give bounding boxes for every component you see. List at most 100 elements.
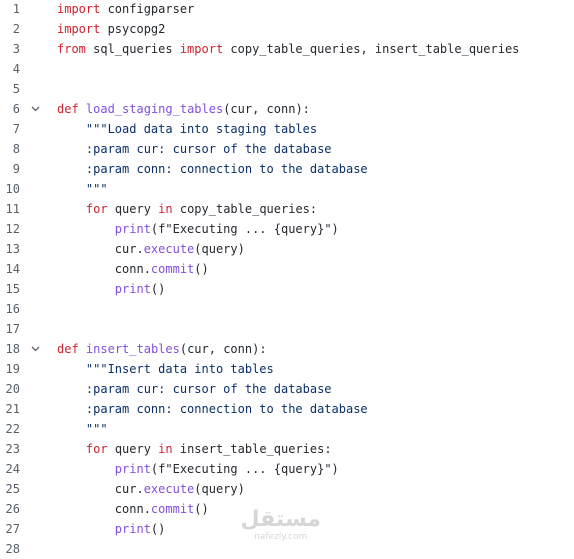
code-token: in: [158, 442, 173, 456]
code-text: """: [57, 179, 108, 199]
code-text: cur.execute(query): [57, 479, 245, 499]
code-token: copy_table_queries, insert_table_queries: [223, 42, 520, 56]
code-token: psycopg2: [100, 22, 166, 36]
chevron-down-icon[interactable]: [31, 345, 40, 353]
code-line: 5: [0, 79, 574, 99]
code-line: 17: [0, 319, 574, 339]
code-token: print: [114, 282, 151, 296]
code-line: 4: [0, 59, 574, 79]
code-token: :param cur: cursor of the database: [57, 382, 332, 396]
code-token: print: [114, 462, 151, 476]
line-number: 6: [12, 102, 20, 116]
code-token: in: [158, 202, 173, 216]
code-token: execute: [143, 242, 195, 256]
code-line: 1 import configparser: [0, 0, 574, 19]
code-text: print(): [57, 519, 166, 539]
line-number: 28: [5, 542, 20, 556]
line-number: 12: [5, 222, 20, 236]
code-line: 21 :param conn: connection to the databa…: [0, 399, 574, 419]
line-number: 18: [5, 342, 20, 356]
code-line: 9 :param conn: connection to the databas…: [0, 159, 574, 179]
code-text: cur.execute(query): [57, 239, 245, 259]
code-text: :param conn: connection to the database: [57, 159, 368, 179]
code-line: 18 def insert_tables(cur, conn):: [0, 339, 574, 359]
code-text: from sql_queries import copy_table_queri…: [57, 39, 519, 59]
code-token: :param conn: connection to the database: [57, 162, 368, 176]
line-number: 1: [12, 2, 20, 16]
code-token: (query): [194, 482, 245, 496]
line-number: 16: [5, 302, 20, 316]
code-line: 10 """: [0, 179, 574, 199]
line-number: 25: [5, 482, 20, 496]
code-token: def: [57, 342, 79, 356]
code-token: (): [194, 502, 209, 516]
code-line: 23 for query in insert_table_queries:: [0, 439, 574, 459]
code-line: 3 from sql_queries import copy_table_quer…: [0, 39, 574, 59]
code-token: (query): [194, 242, 245, 256]
code-line: 6 def load_staging_tables(cur, conn):: [0, 99, 574, 119]
code-line: 12 print(f"Executing ... {query}"): [0, 219, 574, 239]
code-line: 13 cur.execute(query): [0, 239, 574, 259]
line-number: 27: [5, 522, 20, 536]
line-number: 17: [5, 322, 20, 336]
code-token: (): [150, 522, 166, 536]
line-number: 4: [12, 62, 20, 76]
code-line: 25 cur.execute(query): [0, 479, 574, 499]
code-line: 2 import psycopg2: [0, 19, 574, 39]
code-text: import psycopg2: [57, 19, 165, 39]
code-token: (f"Executing ... {query}"): [150, 462, 339, 476]
code-text: print(f"Executing ... {query}"): [57, 459, 339, 479]
code-token: cur.: [57, 482, 144, 496]
line-number: 15: [5, 282, 20, 296]
code-text: def load_staging_tables(cur, conn):: [57, 99, 310, 119]
line-number: 9: [12, 162, 20, 176]
line-number: 14: [5, 262, 20, 276]
code-token: insert_table_queries:: [172, 442, 332, 456]
code-token: import: [57, 22, 101, 36]
code-token: (cur, conn):: [223, 102, 310, 116]
code-token: for: [85, 442, 108, 456]
line-number: 26: [5, 502, 20, 516]
code-text: import configparser: [57, 0, 194, 19]
code-text: def insert_tables(cur, conn):: [57, 339, 267, 359]
code-text: for query in copy_table_queries:: [57, 199, 317, 219]
code-line: 8 :param cur: cursor of the database: [0, 139, 574, 159]
code-line: 16: [0, 299, 574, 319]
line-number: 8: [12, 142, 20, 156]
code-line: 28: [0, 539, 574, 559]
line-number: 23: [5, 442, 20, 456]
code-line: 27 print(): [0, 519, 574, 539]
code-token: print: [114, 222, 151, 236]
code-token: :param cur: cursor of the database: [57, 142, 332, 156]
code-line: 20 :param cur: cursor of the database: [0, 379, 574, 399]
code-text: """Insert data into tables: [57, 359, 274, 379]
code-text: :param conn: connection to the database: [57, 399, 368, 419]
code-token: insert_tables: [85, 342, 180, 356]
code-line: 24 print(f"Executing ... {query}"): [0, 459, 574, 479]
line-number: 19: [5, 362, 20, 376]
code-line: 22 """: [0, 419, 574, 439]
code-line: 19 """Insert data into tables: [0, 359, 574, 379]
code-text: :param cur: cursor of the database: [57, 379, 332, 399]
code-token: from: [57, 42, 86, 56]
chevron-down-icon[interactable]: [31, 105, 40, 113]
code-token: query: [107, 202, 159, 216]
code-token: commit: [150, 262, 195, 276]
code-token: import: [57, 2, 101, 16]
line-number: 7: [12, 122, 20, 136]
code-token: for: [85, 202, 108, 216]
code-line: 15 print(): [0, 279, 574, 299]
code-line: 14 conn.commit(): [0, 259, 574, 279]
code-token: (): [194, 262, 209, 276]
code-token: """: [57, 182, 108, 196]
code-editor: 1 import configparser 2 import psycopg2 3 fro…: [0, 0, 574, 556]
code-token: conn.: [57, 502, 151, 516]
